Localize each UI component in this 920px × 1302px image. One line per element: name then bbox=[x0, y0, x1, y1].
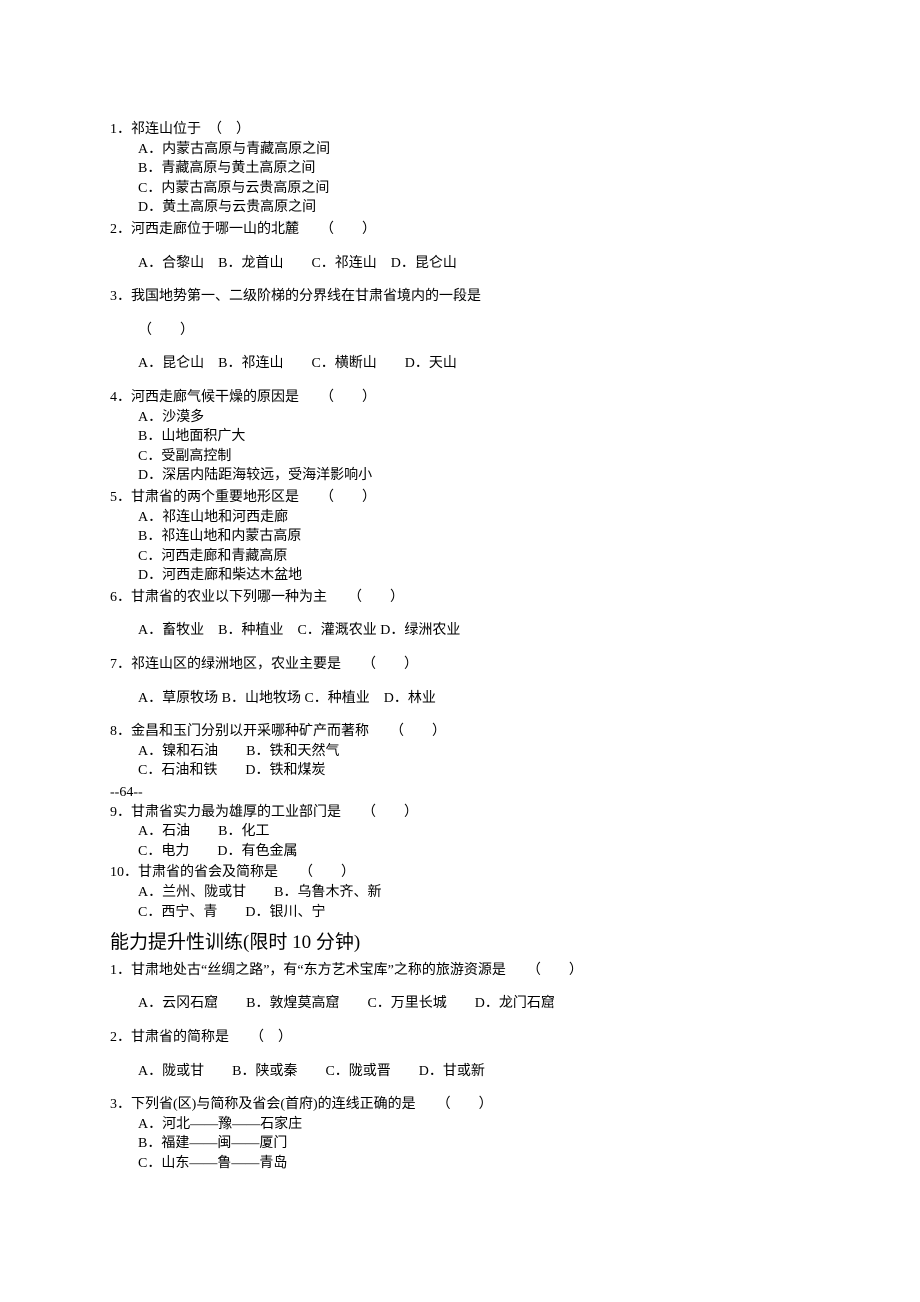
question-1: 1．祁连山位于 （ ） A．内蒙古高原与青藏高原之间 B．青藏高原与黄土高原之间… bbox=[110, 120, 810, 218]
option-c: C．受副高控制 bbox=[110, 447, 810, 467]
option-d: D．深居内陆距海较远，受海洋影响小 bbox=[110, 466, 810, 486]
question-stem: 7．祁连山区的绿洲地区，农业主要是 （ ） bbox=[110, 655, 810, 675]
option-b: B．福建——闽——厦门 bbox=[110, 1134, 810, 1154]
question-stem: 1．祁连山位于 （ ） bbox=[110, 120, 810, 140]
option-b: B．山地面积广大 bbox=[110, 427, 810, 447]
question-stem: 6．甘肃省的农业以下列哪一种为主 （ ） bbox=[110, 588, 810, 608]
question-stem: 4．河西走廊气候干燥的原因是 （ ） bbox=[110, 388, 810, 408]
options-row-1: A．兰州、陇或甘 B．乌鲁木齐、新 bbox=[110, 883, 810, 903]
option-b: B．祁连山地和内蒙古高原 bbox=[110, 527, 810, 547]
option-d: D．黄土高原与云贵高原之间 bbox=[110, 198, 810, 218]
question-stem: 8．金昌和玉门分别以开采哪种矿产而著称 （ ） bbox=[110, 722, 810, 742]
question-4: 4．河西走廊气候干燥的原因是 （ ） A．沙漠多 B．山地面积广大 C．受副高控… bbox=[110, 388, 810, 486]
question-stem: 3．我国地势第一、二级阶梯的分界线在甘肃省境内的一段是 bbox=[110, 287, 810, 307]
option-a: A．祁连山地和河西走廊 bbox=[110, 508, 810, 528]
options-row-1: A．石油 B．化工 bbox=[110, 822, 810, 842]
question-stem: 5．甘肃省的两个重要地形区是 （ ） bbox=[110, 488, 810, 508]
option-c: C．山东——鲁——青岛 bbox=[110, 1154, 810, 1174]
section-title: 能力提升性训练(限时 10 分钟) bbox=[110, 930, 810, 957]
question-stem: 9．甘肃省实力最为雄厚的工业部门是 （ ） bbox=[110, 803, 810, 823]
options-row: A．草原牧场 B．山地牧场 C．种植业 D．林业 bbox=[110, 689, 810, 709]
options-row-1: A．镍和石油 B．铁和天然气 bbox=[110, 742, 810, 762]
option-a: A．河北——豫——石家庄 bbox=[110, 1115, 810, 1135]
question-10: 10．甘肃省的省会及简称是 （ ） A．兰州、陇或甘 B．乌鲁木齐、新 C．西宁… bbox=[110, 863, 810, 922]
option-c: C．内蒙古高原与云贵高原之间 bbox=[110, 179, 810, 199]
s2-question-2: 2．甘肃省的简称是 （ ） A．陇或甘 B．陕或秦 C．陇或晋 D．甘或新 bbox=[110, 1028, 810, 1081]
question-8: 8．金昌和玉门分别以开采哪种矿产而著称 （ ） A．镍和石油 B．铁和天然气 C… bbox=[110, 722, 810, 781]
question-6: 6．甘肃省的农业以下列哪一种为主 （ ） A．畜牧业 B．种植业 C．灌溉农业 … bbox=[110, 588, 810, 641]
option-a: A．沙漠多 bbox=[110, 408, 810, 428]
question-stem: 10．甘肃省的省会及简称是 （ ） bbox=[110, 863, 810, 883]
option-b: B．青藏高原与黄土高原之间 bbox=[110, 159, 810, 179]
question-2: 2．河西走廊位于哪一山的北麓 （ ） A．合黎山 B．龙首山 C．祁连山 D．昆… bbox=[110, 220, 810, 273]
options-row: A．昆仑山 B．祁连山 C．横断山 D．天山 bbox=[110, 354, 810, 374]
options-row: A．陇或甘 B．陕或秦 C．陇或晋 D．甘或新 bbox=[110, 1062, 810, 1082]
option-a: A．内蒙古高原与青藏高原之间 bbox=[110, 140, 810, 160]
blank-paren: （ ） bbox=[110, 321, 810, 341]
s2-question-3: 3．下列省(区)与简称及省会(首府)的连线正确的是 （ ） A．河北——豫——石… bbox=[110, 1095, 810, 1173]
options-row-2: C．西宁、青 D．银川、宁 bbox=[110, 903, 810, 923]
question-5: 5．甘肃省的两个重要地形区是 （ ） A．祁连山地和河西走廊 B．祁连山地和内蒙… bbox=[110, 488, 810, 586]
options-row: A．云冈石窟 B．敦煌莫高窟 C．万里长城 D．龙门石窟 bbox=[110, 994, 810, 1014]
question-7: 7．祁连山区的绿洲地区，农业主要是 （ ） A．草原牧场 B．山地牧场 C．种植… bbox=[110, 655, 810, 708]
page-marker: --64-- bbox=[110, 783, 810, 803]
options-row-2: C．石油和铁 D．铁和煤炭 bbox=[110, 761, 810, 781]
options-row: A．合黎山 B．龙首山 C．祁连山 D．昆仑山 bbox=[110, 254, 810, 274]
question-stem: 2．河西走廊位于哪一山的北麓 （ ） bbox=[110, 220, 810, 240]
options-row-2: C．电力 D．有色金属 bbox=[110, 842, 810, 862]
option-d: D．河西走廊和柴达木盆地 bbox=[110, 566, 810, 586]
question-stem: 3．下列省(区)与简称及省会(首府)的连线正确的是 （ ） bbox=[110, 1095, 810, 1115]
question-stem: 1．甘肃地处古“丝绸之路”，有“东方艺术宝库”之称的旅游资源是 （ ） bbox=[110, 961, 810, 981]
option-c: C．河西走廊和青藏高原 bbox=[110, 547, 810, 567]
question-3: 3．我国地势第一、二级阶梯的分界线在甘肃省境内的一段是 （ ） A．昆仑山 B．… bbox=[110, 287, 810, 374]
question-stem: 2．甘肃省的简称是 （ ） bbox=[110, 1028, 810, 1048]
s2-question-1: 1．甘肃地处古“丝绸之路”，有“东方艺术宝库”之称的旅游资源是 （ ） A．云冈… bbox=[110, 961, 810, 1014]
question-9: 9．甘肃省实力最为雄厚的工业部门是 （ ） A．石油 B．化工 C．电力 D．有… bbox=[110, 803, 810, 862]
options-row: A．畜牧业 B．种植业 C．灌溉农业 D．绿洲农业 bbox=[110, 621, 810, 641]
